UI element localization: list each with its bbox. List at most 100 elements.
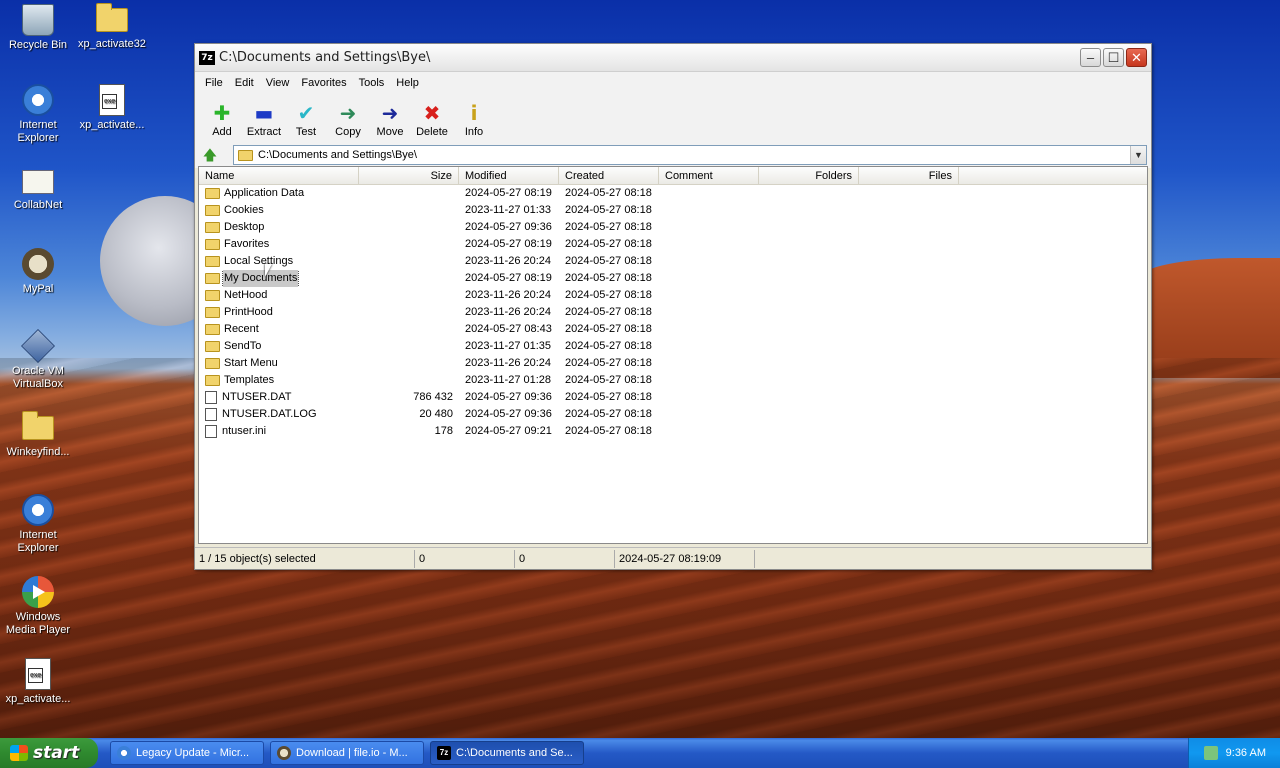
toolbar-info-button[interactable]: i Info bbox=[453, 102, 495, 138]
address-dropdown-button[interactable]: ▼ bbox=[1130, 146, 1146, 164]
toolbar-extract-button[interactable]: ▬ Extract bbox=[243, 102, 285, 138]
move-icon: ➜ bbox=[381, 101, 399, 125]
toolbar-move-button[interactable]: ➜ Move bbox=[369, 102, 411, 138]
folder-icon bbox=[205, 290, 220, 301]
menu-edit[interactable]: Edit bbox=[229, 75, 260, 91]
desktop-icon-mypal[interactable]: MyPal bbox=[0, 248, 76, 296]
file-icon bbox=[205, 391, 217, 404]
desktop-icon-xp-activate-exe[interactable]: xp_activate... bbox=[74, 84, 150, 132]
cell-name: NetHood bbox=[199, 287, 359, 304]
toolbar-test-button[interactable]: ✔ Test bbox=[285, 102, 327, 138]
media-player-icon bbox=[22, 576, 54, 608]
mypal-icon bbox=[277, 746, 291, 760]
column-header-created[interactable]: Created bbox=[559, 167, 659, 184]
file-name: NetHood bbox=[224, 289, 268, 301]
cell-modified: 2023-11-27 01:35 bbox=[465, 340, 552, 352]
executable-icon bbox=[25, 658, 51, 690]
internet-explorer-icon bbox=[22, 494, 54, 526]
minimize-button[interactable]: ‒ bbox=[1080, 48, 1101, 67]
taskbar-item-7zip[interactable]: 7z C:\Documents and Se... bbox=[430, 741, 584, 765]
cell-modified: 2023-11-26 20:24 bbox=[465, 289, 552, 301]
column-header-folders[interactable]: Folders bbox=[759, 167, 859, 184]
network-icon[interactable] bbox=[1203, 746, 1218, 760]
folder-icon bbox=[238, 149, 253, 161]
table-row[interactable]: Templates 2023-11-27 01:28 2024-05-27 08:1… bbox=[199, 372, 1147, 389]
table-row[interactable]: Local Settings 2023-11-26 20:24 2024-05-27… bbox=[199, 253, 1147, 270]
menu-bar: File Edit View Favorites Tools Help bbox=[195, 72, 1151, 94]
title-bar[interactable]: 7z C:\Documents and Settings\Bye\ ‒ ☐ ✕ bbox=[195, 44, 1151, 72]
desktop-icon-recycle-bin[interactable]: Recycle Bin bbox=[0, 4, 76, 52]
windows-logo-icon bbox=[10, 745, 28, 761]
toolbar-button-label: Add bbox=[212, 126, 232, 138]
menu-help[interactable]: Help bbox=[390, 75, 425, 91]
taskbar-item-file-io[interactable]: Download | file.io - M... bbox=[270, 741, 424, 765]
table-row[interactable]: Cookies 2023-11-27 01:33 2024-05-27 08:18 bbox=[199, 202, 1147, 219]
column-header-modified[interactable]: Modified bbox=[459, 167, 559, 184]
column-header-name[interactable]: Name bbox=[199, 167, 359, 184]
toolbar-copy-button[interactable]: ➜ Copy bbox=[327, 102, 369, 138]
table-row[interactable]: NetHood 2023-11-26 20:24 2024-05-27 08:18 bbox=[199, 287, 1147, 304]
status-modified: 2024-05-27 08:19:09 bbox=[615, 549, 755, 568]
desktop-icon-winkeyfinder[interactable]: Winkeyfind... bbox=[0, 411, 76, 459]
menu-favorites[interactable]: Favorites bbox=[295, 75, 352, 91]
desktop-icon-xp-activate-exe-2[interactable]: xp_activate... bbox=[0, 658, 76, 706]
file-list[interactable]: Name Size Modified Created Comment Folde… bbox=[198, 166, 1148, 544]
column-header-files[interactable]: Files bbox=[859, 167, 959, 184]
close-button[interactable]: ✕ bbox=[1126, 48, 1147, 67]
menu-view[interactable]: View bbox=[260, 75, 296, 91]
column-header-comment[interactable]: Comment bbox=[659, 167, 759, 184]
file-name: Application Data bbox=[224, 187, 305, 199]
address-text: C:\Documents and Settings\Bye\ bbox=[258, 149, 417, 161]
clock[interactable]: 9:36 AM bbox=[1226, 747, 1266, 759]
cell-created: 2024-05-27 08:18 bbox=[565, 238, 652, 250]
table-row[interactable]: PrintHood 2023-11-26 20:24 2024-05-27 08:1… bbox=[199, 304, 1147, 321]
cell-modified: 2024-05-27 08:43 bbox=[465, 323, 552, 335]
table-row[interactable]: NTUSER.DAT 786 432 2024-05-27 09:36 2024-05… bbox=[199, 389, 1147, 406]
column-header-size[interactable]: Size bbox=[359, 167, 459, 184]
cell-created: 2024-05-27 08:18 bbox=[565, 357, 652, 369]
table-row[interactable]: ntuser.ini 178 2024-05-27 09:21 2024-05-27 … bbox=[199, 423, 1147, 440]
file-name: Recent bbox=[224, 323, 259, 335]
cell-modified: 2024-05-27 08:19 bbox=[465, 238, 552, 250]
cell-created: 2024-05-27 08:18 bbox=[565, 374, 652, 386]
folder-icon bbox=[205, 358, 220, 369]
desktop-icon-collabnet[interactable]: CollabNet bbox=[0, 166, 76, 212]
table-row[interactable]: SendTo 2023-11-27 01:35 2024-05-27 08:18 bbox=[199, 338, 1147, 355]
folder-icon bbox=[205, 205, 220, 216]
table-row[interactable]: My Documents 2024-05-27 08:19 2024-05-27 0… bbox=[199, 270, 1147, 287]
toolbar-add-button[interactable]: ✚ Add bbox=[201, 102, 243, 138]
desktop-icon-virtualbox[interactable]: Oracle VM VirtualBox bbox=[0, 329, 76, 391]
taskbar-item-legacy-update[interactable]: Legacy Update - Micr... bbox=[110, 741, 264, 765]
menu-tools[interactable]: Tools bbox=[353, 75, 391, 91]
file-name: SendTo bbox=[224, 340, 262, 352]
desktop-icon-xp-activate32[interactable]: xp_activate32 bbox=[74, 3, 150, 51]
menu-file[interactable]: File bbox=[199, 75, 229, 91]
file-name: Cookies bbox=[224, 204, 264, 216]
cell-modified: 2023-11-26 20:24 bbox=[465, 306, 552, 318]
table-row[interactable]: NTUSER.DAT.LOG 20 480 2024-05-27 09:36 2024… bbox=[199, 406, 1147, 423]
cell-name: Recent bbox=[199, 321, 359, 338]
mypal-icon bbox=[22, 248, 54, 280]
table-row[interactable]: Desktop 2024-05-27 09:36 2024-05-27 08:18 bbox=[199, 219, 1147, 236]
table-row[interactable]: Application Data 2024-05-27 08:19 2024-05-… bbox=[199, 185, 1147, 202]
folder-icon bbox=[205, 375, 220, 386]
cell-name: NTUSER.DAT bbox=[199, 389, 359, 406]
toolbar-delete-button[interactable]: ✖ Delete bbox=[411, 102, 453, 138]
maximize-icon: ☐ bbox=[1107, 49, 1120, 65]
desktop-icon-internet-explorer[interactable]: Internet Explorer bbox=[0, 84, 76, 145]
table-row[interactable]: Recent 2024-05-27 08:43 2024-05-27 08:18 bbox=[199, 321, 1147, 338]
start-button[interactable]: start bbox=[0, 738, 98, 768]
maximize-button[interactable]: ☐ bbox=[1103, 48, 1124, 67]
folder-icon bbox=[205, 222, 220, 233]
desktop-icon-internet-explorer-2[interactable]: Internet Explorer bbox=[0, 494, 76, 555]
table-row[interactable]: Favorites 2024-05-27 08:19 2024-05-27 08:1… bbox=[199, 236, 1147, 253]
add-icon: ✚ bbox=[213, 101, 231, 125]
file-manager-window: 7z C:\Documents and Settings\Bye\ ‒ ☐ ✕ … bbox=[194, 43, 1152, 570]
address-input[interactable]: C:\Documents and Settings\Bye\ ▼ bbox=[233, 145, 1147, 165]
up-folder-icon[interactable]: 🡅 bbox=[199, 146, 221, 164]
desktop-icon-windows-media-player[interactable]: Windows Media Player bbox=[0, 576, 76, 637]
folder-icon bbox=[205, 341, 220, 352]
cell-created: 2024-05-27 08:18 bbox=[565, 272, 652, 284]
table-row[interactable]: Start Menu 2023-11-26 20:24 2024-05-27 08:… bbox=[199, 355, 1147, 372]
cell-name: Local Settings bbox=[199, 253, 359, 270]
